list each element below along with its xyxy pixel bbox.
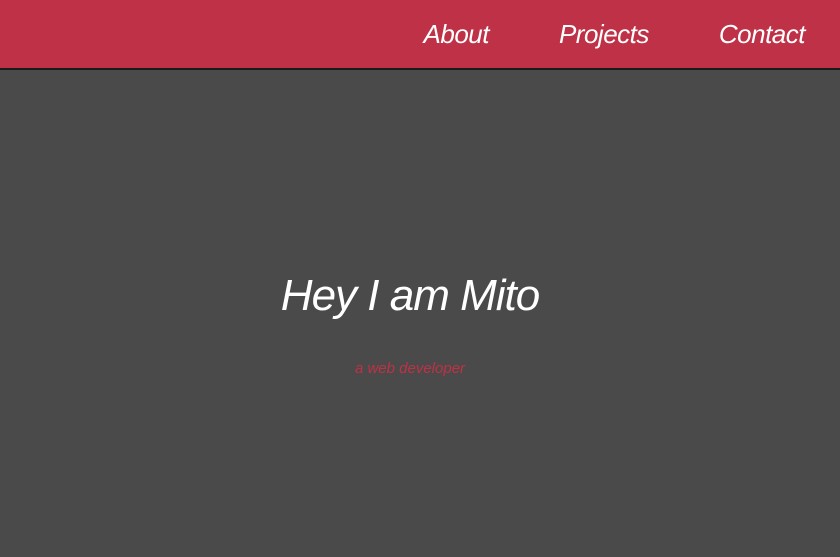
navbar: About Projects Contact [0, 0, 840, 70]
nav-link-about[interactable]: About [424, 19, 490, 50]
nav-links: About Projects Contact [424, 0, 806, 68]
nav-link-contact[interactable]: Contact [719, 19, 806, 50]
nav-link-projects[interactable]: Projects [559, 19, 649, 50]
hero-subtitle: a web developer [354, 360, 466, 377]
hero-title: Hey I am Mito [280, 271, 540, 320]
hero-section: Hey I am Mito a web developer [0, 70, 840, 557]
